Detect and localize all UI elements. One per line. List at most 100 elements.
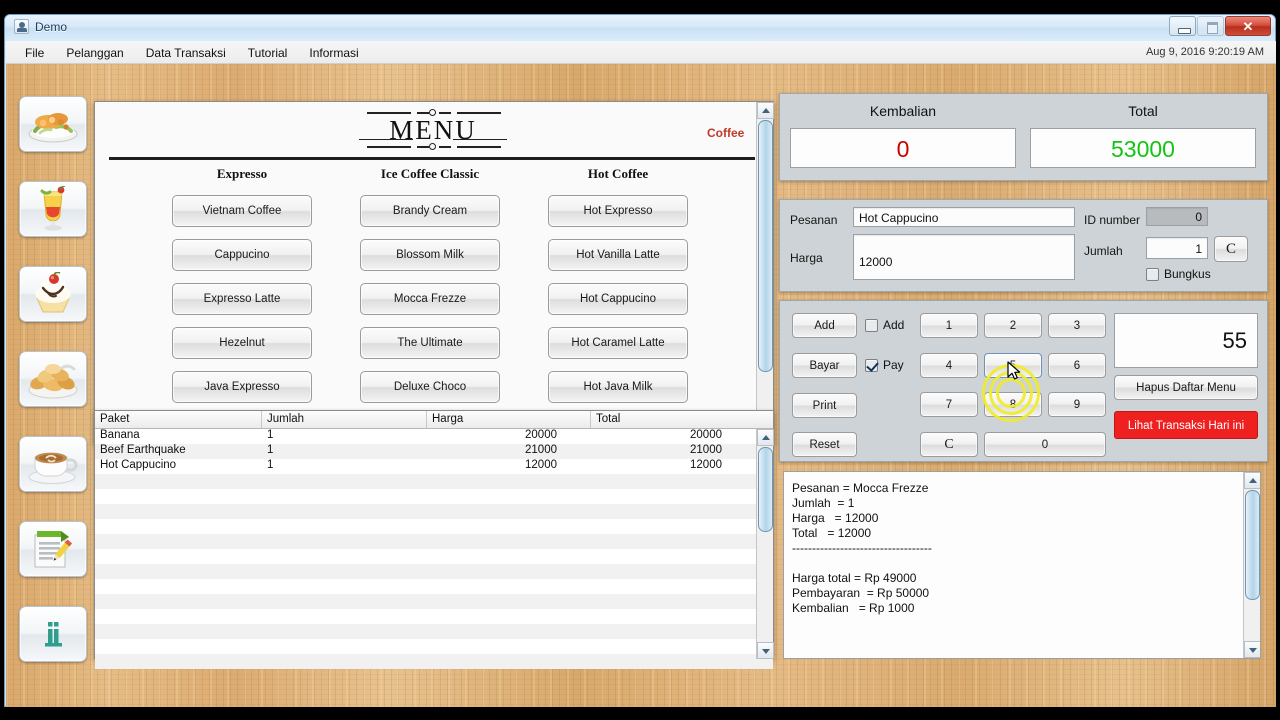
reset-button[interactable]: Reset bbox=[792, 432, 857, 457]
kembalian-label: Kembalian bbox=[869, 103, 937, 119]
clear-menu-list-button[interactable]: Hapus Daftar Menu bbox=[1114, 375, 1258, 400]
scroll-up-icon[interactable] bbox=[1244, 472, 1260, 489]
info-icon bbox=[45, 622, 62, 647]
menu-button-hot-cappucino[interactable]: Hot Cappucino bbox=[548, 283, 688, 315]
clear-jumlah-button[interactable]: C bbox=[1214, 236, 1248, 262]
menu-button-hot-caramel-latte[interactable]: Hot Caramel Latte bbox=[548, 327, 688, 359]
scrollbar-thumb[interactable] bbox=[758, 447, 773, 532]
table-vertical-scrollbar[interactable] bbox=[756, 429, 774, 659]
scroll-up-icon[interactable] bbox=[757, 429, 774, 446]
keypad-clear[interactable]: C bbox=[920, 432, 978, 457]
checkbox-box[interactable] bbox=[865, 358, 878, 372]
keypad-1[interactable]: 1 bbox=[920, 313, 978, 338]
table-row[interactable]: Beef Earthquake 1 21000 21000 bbox=[95, 444, 773, 459]
harga-input[interactable]: 12000 bbox=[853, 234, 1075, 280]
add-button[interactable]: Add bbox=[792, 313, 857, 338]
scroll-up-icon[interactable] bbox=[757, 102, 774, 119]
sidebar-item-salad[interactable] bbox=[19, 96, 87, 152]
window-title: Demo bbox=[35, 19, 68, 34]
scroll-down-icon[interactable] bbox=[757, 642, 774, 659]
keypad-6[interactable]: 6 bbox=[1048, 353, 1106, 378]
view-today-transactions-button[interactable]: Lihat Transaksi Hari ini bbox=[1114, 411, 1258, 439]
table-empty-row bbox=[95, 609, 773, 624]
scrollbar-thumb[interactable] bbox=[1245, 490, 1260, 600]
table-empty-row bbox=[95, 564, 773, 579]
menu-button-hot-expresso[interactable]: Hot Expresso bbox=[548, 195, 688, 227]
menu-button-java-expresso[interactable]: Java Expresso bbox=[172, 371, 312, 403]
menu-vertical-scrollbar[interactable] bbox=[756, 102, 774, 427]
kembalian-field[interactable]: 0 bbox=[790, 128, 1016, 168]
table-header-jumlah[interactable]: Jumlah bbox=[262, 411, 427, 428]
jumlah-input[interactable]: 1 bbox=[1146, 237, 1208, 259]
menu-button-brandy-cream[interactable]: Brandy Cream bbox=[360, 195, 500, 227]
scrollbar-thumb[interactable] bbox=[758, 120, 773, 372]
bungkus-checkbox[interactable]: Bungkus bbox=[1146, 267, 1211, 281]
keypad-9[interactable]: 9 bbox=[1048, 392, 1106, 417]
menu-item-informasi[interactable]: Informasi bbox=[300, 43, 367, 63]
keypad-0[interactable]: 0 bbox=[984, 432, 1106, 457]
keypad-display[interactable]: 55 bbox=[1114, 313, 1258, 368]
total-label: Total bbox=[1128, 103, 1158, 119]
desktop-background: MENU Coffee Expresso Vietnam Coffee Capp… bbox=[6, 64, 1276, 707]
menu-column-hot-coffee: Hot Coffee Hot Expresso Hot Vanilla Latt… bbox=[523, 166, 713, 415]
menu-button-the-ultimate[interactable]: The Ultimate bbox=[360, 327, 500, 359]
menu-item-tutorial[interactable]: Tutorial bbox=[239, 43, 297, 63]
menu-button-hezelnut[interactable]: Hezelnut bbox=[172, 327, 312, 359]
minimize-icon[interactable] bbox=[1169, 16, 1196, 36]
sidebar-item-dessert[interactable] bbox=[19, 266, 87, 322]
menu-button-hot-vanilla-latte[interactable]: Hot Vanilla Latte bbox=[548, 239, 688, 271]
table-row[interactable]: Banana 1 20000 20000 bbox=[95, 429, 773, 444]
keypad-5[interactable]: 5 bbox=[984, 353, 1042, 378]
table-row[interactable]: Hot Cappucino 1 12000 12000 bbox=[95, 459, 773, 474]
menu-button-expresso-latte[interactable]: Expresso Latte bbox=[172, 283, 312, 315]
menu-item-file[interactable]: File bbox=[16, 43, 53, 63]
menu-button-cappucino[interactable]: Cappucino bbox=[172, 239, 312, 271]
pay-checkbox[interactable]: Pay bbox=[865, 358, 904, 372]
cell-jumlah: 1 bbox=[267, 429, 274, 441]
sidebar-item-info[interactable] bbox=[19, 606, 87, 662]
add-checkbox[interactable]: Add bbox=[865, 318, 904, 332]
menu-column-title: Expresso bbox=[216, 166, 268, 181]
keypad-3[interactable]: 3 bbox=[1048, 313, 1106, 338]
bayar-button[interactable]: Bayar bbox=[792, 353, 857, 378]
totals-panel: Kembalian Total 0 53000 bbox=[779, 93, 1268, 181]
close-icon[interactable]: ✕ bbox=[1225, 16, 1271, 36]
kembalian-value: 0 bbox=[896, 136, 910, 162]
sidebar-item-drink[interactable] bbox=[19, 181, 87, 237]
keypad-8[interactable]: 8 bbox=[984, 392, 1042, 417]
menu-button-deluxe-choco[interactable]: Deluxe Choco bbox=[360, 371, 500, 403]
checkbox-box[interactable] bbox=[1146, 267, 1159, 281]
checkbox-box[interactable] bbox=[865, 318, 878, 332]
receipt-scrollbar[interactable] bbox=[1243, 472, 1260, 658]
sidebar-item-snacks[interactable] bbox=[19, 351, 87, 407]
id-number-label: ID number bbox=[1084, 213, 1141, 227]
table-header-paket[interactable]: Paket bbox=[95, 411, 262, 428]
print-button[interactable]: Print bbox=[792, 393, 857, 418]
pesanan-input[interactable]: Hot Cappucino bbox=[853, 207, 1075, 227]
table-header-total[interactable]: Total bbox=[591, 411, 756, 428]
menu-panel: MENU Coffee Expresso Vietnam Coffee Capp… bbox=[94, 101, 774, 444]
menu-item-data-transaksi[interactable]: Data Transaksi bbox=[137, 43, 235, 63]
menu-button-mocca-frezze[interactable]: Mocca Frezze bbox=[360, 283, 500, 315]
cocktail-drink-icon bbox=[40, 186, 66, 231]
title-bar-left: Demo bbox=[14, 19, 67, 34]
keypad-2[interactable]: 2 bbox=[984, 313, 1042, 338]
maximize-icon[interactable] bbox=[1197, 16, 1224, 36]
menu-button-hot-java-milk[interactable]: Hot Java Milk bbox=[548, 371, 688, 403]
fried-snacks-icon bbox=[28, 364, 78, 399]
menu-button-vietnam-coffee[interactable]: Vietnam Coffee bbox=[172, 195, 312, 227]
table-body: Banana 1 20000 20000 Beef Earthquake 1 2… bbox=[95, 429, 773, 669]
keypad-4[interactable]: 4 bbox=[920, 353, 978, 378]
total-field[interactable]: 53000 bbox=[1030, 128, 1256, 168]
pesanan-label: Pesanan bbox=[790, 213, 838, 227]
cell-paket: Banana bbox=[100, 429, 140, 441]
table-header-harga[interactable]: Harga bbox=[427, 411, 591, 428]
scroll-down-icon[interactable] bbox=[1244, 641, 1260, 658]
total-value: 53000 bbox=[1111, 136, 1175, 162]
menu-item-pelanggan[interactable]: Pelanggan bbox=[57, 43, 132, 63]
receipt-textarea[interactable]: Pesanan = Mocca Frezze Jumlah = 1 Harga … bbox=[783, 471, 1261, 659]
keypad-7[interactable]: 7 bbox=[920, 392, 978, 417]
sidebar-item-coffee[interactable] bbox=[19, 436, 87, 492]
sidebar-item-order-note[interactable] bbox=[19, 521, 87, 577]
menu-button-blossom-milk[interactable]: Blossom Milk bbox=[360, 239, 500, 271]
